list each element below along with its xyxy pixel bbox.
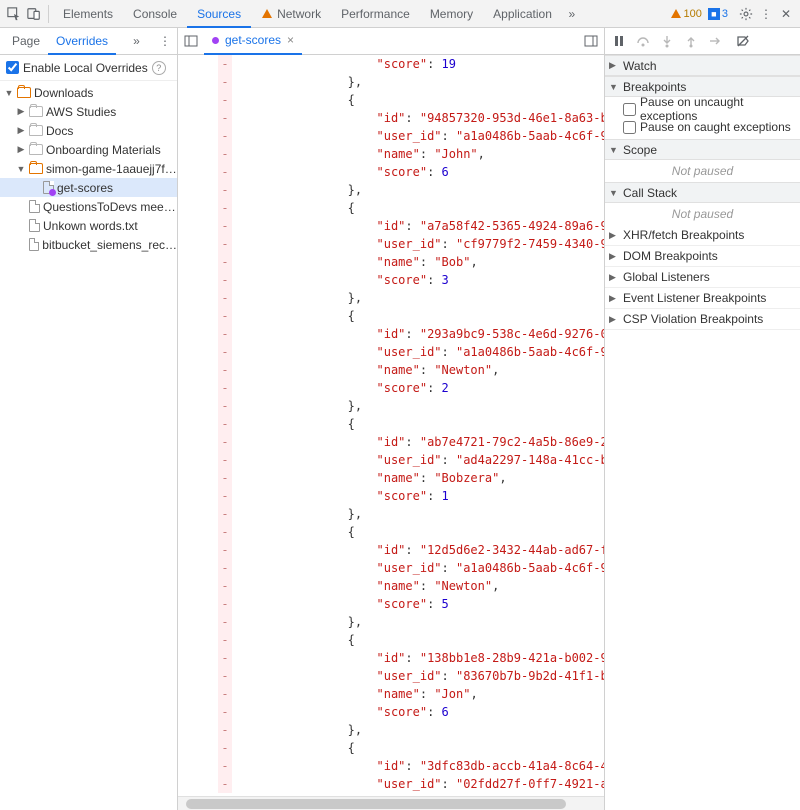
- folder-icon: [17, 87, 31, 98]
- inspect-icon[interactable]: [4, 4, 24, 24]
- tab-sources[interactable]: Sources: [187, 0, 251, 28]
- pause-caught-checkbox[interactable]: [623, 121, 636, 134]
- more-tabs-icon[interactable]: »: [562, 4, 582, 24]
- pause-uncaught-checkbox[interactable]: [623, 103, 636, 116]
- pause-icon[interactable]: [611, 34, 627, 48]
- horizontal-scrollbar[interactable]: [178, 796, 604, 810]
- folder-icon: [29, 163, 43, 174]
- enable-overrides-label: Enable Local Overrides: [23, 61, 148, 75]
- tab-network-label: Network: [277, 0, 321, 28]
- debug-toolbar: [605, 28, 800, 55]
- tree-file-unknown[interactable]: Unkown words.txt: [0, 216, 177, 235]
- step-icon[interactable]: [707, 34, 723, 48]
- override-dot-icon: [212, 37, 219, 44]
- toggle-navigator-icon[interactable]: [178, 34, 204, 48]
- warning-count[interactable]: 100: [670, 8, 702, 20]
- kebab-menu-icon[interactable]: ⋮: [756, 4, 776, 24]
- navigator-tab-strip: Page Overrides » ⋮: [0, 28, 177, 55]
- tree-folder-onboarding[interactable]: ▶ Onboarding Materials: [0, 140, 177, 159]
- close-devtools-icon[interactable]: ✕: [776, 4, 796, 24]
- nav-tab-overrides[interactable]: Overrides: [48, 28, 116, 55]
- tab-performance[interactable]: Performance: [331, 0, 420, 28]
- pause-uncaught-row[interactable]: Pause on uncaught exceptions: [623, 100, 794, 118]
- file-icon: [29, 219, 40, 232]
- close-tab-icon[interactable]: ×: [287, 33, 294, 47]
- tab-application[interactable]: Application: [483, 0, 562, 28]
- tab-network[interactable]: Network: [251, 0, 331, 28]
- editor-tab-label: get-scores: [225, 33, 281, 47]
- panel-csp[interactable]: ▶CSP Violation Breakpoints: [605, 309, 800, 330]
- chevron-right-icon: ▶: [16, 144, 26, 155]
- tree-folder-simon[interactable]: ▼ simon-game-1aauejj7f…: [0, 159, 177, 178]
- callstack-not-paused: Not paused: [605, 203, 800, 225]
- panel-callstack[interactable]: ▼Call Stack: [605, 182, 800, 203]
- tree-file-getscores[interactable]: get-scores: [0, 178, 177, 197]
- nav-tab-page[interactable]: Page: [4, 28, 48, 55]
- tree-file-questions[interactable]: QuestionsToDevs mee…: [0, 197, 177, 216]
- editor-tab-strip: get-scores ×: [178, 28, 604, 55]
- file-icon: [29, 238, 40, 251]
- main-tab-strip: Elements Console Sources Network Perform…: [0, 0, 800, 28]
- issue-count[interactable]: ■ 3: [708, 8, 728, 20]
- folder-icon: [29, 106, 43, 117]
- panel-scope[interactable]: ▼Scope: [605, 139, 800, 160]
- panel-event[interactable]: ▶Event Listener Breakpoints: [605, 288, 800, 309]
- tab-elements[interactable]: Elements: [53, 0, 123, 28]
- scope-not-paused: Not paused: [605, 160, 800, 182]
- device-mode-icon[interactable]: [24, 4, 44, 24]
- panel-watch[interactable]: ▶Watch: [605, 55, 800, 76]
- step-out-icon[interactable]: [683, 34, 699, 48]
- tab-console[interactable]: Console: [123, 0, 187, 28]
- nav-more-icon[interactable]: »: [129, 34, 145, 48]
- chevron-right-icon: ▶: [16, 125, 26, 136]
- tab-memory[interactable]: Memory: [420, 0, 483, 28]
- enable-overrides-row: Enable Local Overrides ?: [0, 55, 177, 81]
- panel-breakpoints[interactable]: ▼Breakpoints: [605, 76, 800, 97]
- folder-icon: [29, 125, 43, 136]
- file-tree: ▼ Downloads ▶ AWS Studies ▶ Docs ▶: [0, 81, 177, 810]
- chevron-right-icon: ▶: [16, 106, 26, 117]
- file-icon: [43, 181, 54, 194]
- file-icon: [29, 200, 40, 213]
- tree-folder-docs[interactable]: ▶ Docs: [0, 121, 177, 140]
- breakpoints-body: Pause on uncaught exceptions Pause on ca…: [605, 97, 800, 139]
- settings-icon[interactable]: [736, 4, 756, 24]
- chevron-down-icon: ▼: [16, 164, 26, 174]
- tree-folder-downloads[interactable]: ▼ Downloads: [0, 83, 177, 102]
- pause-caught-row[interactable]: Pause on caught exceptions: [623, 118, 794, 136]
- panel-xhr[interactable]: ▶XHR/fetch Breakpoints: [605, 225, 800, 246]
- toggle-debugger-icon[interactable]: [578, 34, 604, 48]
- issue-badge-icon: ■: [708, 8, 720, 20]
- help-icon[interactable]: ?: [152, 61, 166, 75]
- folder-icon: [29, 144, 43, 155]
- tree-file-bitbucket[interactable]: bitbucket_siemens_rec…: [0, 235, 177, 254]
- enable-overrides-checkbox[interactable]: [6, 61, 19, 74]
- deactivate-breakpoints-icon[interactable]: [735, 34, 751, 48]
- panel-dom[interactable]: ▶DOM Breakpoints: [605, 246, 800, 267]
- code-editor[interactable]: ----------------------------------------…: [178, 55, 604, 796]
- step-into-icon[interactable]: [659, 34, 675, 48]
- step-over-icon[interactable]: [635, 34, 651, 48]
- tree-folder-aws[interactable]: ▶ AWS Studies: [0, 102, 177, 121]
- chevron-down-icon: ▼: [4, 88, 14, 98]
- nav-kebab-icon[interactable]: ⋮: [157, 34, 173, 48]
- editor-tab-getscores[interactable]: get-scores ×: [204, 28, 302, 55]
- panel-global[interactable]: ▶Global Listeners: [605, 267, 800, 288]
